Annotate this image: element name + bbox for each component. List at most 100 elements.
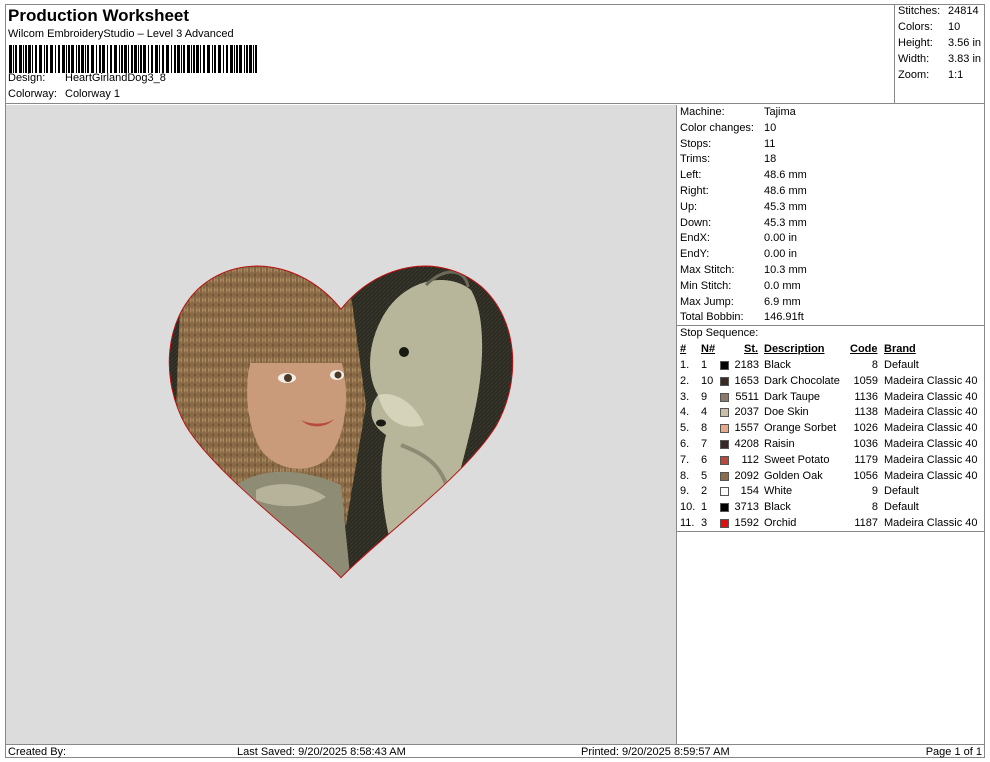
thread-code: 1187	[854, 517, 878, 529]
color-swatch	[720, 503, 729, 513]
machine-info-value: 0.00 in	[764, 248, 798, 261]
stat-value: 3.83 in	[948, 53, 982, 65]
thread-brand: Madeira Classic 40	[884, 517, 978, 529]
worksheet-footer: Created By: Last Saved: 9/20/2025 8:58:4…	[5, 744, 985, 759]
stat-label: Height:	[898, 37, 933, 49]
color-swatch	[720, 455, 729, 465]
divider	[677, 325, 985, 326]
col-header-description: Description	[764, 343, 825, 355]
stop-number: 5.	[680, 422, 690, 435]
stat-value: 24814	[948, 5, 979, 17]
thread-code: 9	[871, 485, 878, 498]
stitch-count: 5511	[735, 390, 759, 403]
thread-code: 1036	[853, 438, 878, 450]
machine-info-label: Left:	[680, 169, 702, 182]
machine-info-value: 48.6 mm	[764, 169, 807, 182]
thread-code: 1179	[854, 453, 878, 466]
thread-brand: Default	[884, 359, 919, 371]
thread-description: Golden Oak	[764, 469, 823, 482]
machine-info-label: Down:	[680, 216, 712, 229]
machine-info-label: Up:	[680, 200, 698, 213]
stat-value: 1:1	[948, 69, 964, 81]
stat-label: Colors:	[898, 21, 933, 33]
machine-info-value: 10	[764, 121, 777, 134]
thread-brand: Madeira Classic 40	[884, 422, 978, 435]
thread-brand: Default	[884, 501, 919, 514]
machine-info-label: Total Bobbin:	[680, 311, 744, 324]
stat-height: Height: 3.56 in	[898, 37, 981, 49]
thread-brand: Madeira Classic 40	[884, 406, 978, 419]
thread-description: White	[764, 485, 793, 498]
stitch-count: 4208	[734, 438, 759, 450]
thread-description: Black	[764, 359, 791, 371]
machine-info-row: Min Stitch: 0.0 mm	[680, 280, 801, 292]
machine-info-row: Stops: 11	[680, 138, 775, 150]
stat-label: Zoom:	[898, 69, 930, 81]
col-header-brand: Brand	[884, 343, 916, 355]
stop-number: 3.	[680, 390, 690, 403]
color-swatch	[720, 440, 729, 449]
thread-brand: Madeira Classic 40	[884, 469, 978, 482]
stop-number: 9.	[680, 485, 690, 498]
thread-brand: Madeira Classic 40	[884, 438, 978, 450]
machine-info-row: Total Bobbin: 146.91ft	[680, 311, 804, 323]
machine-info-value: 11	[764, 137, 776, 150]
machine-info-label: Max Jump:	[680, 295, 734, 308]
stop-number: 11.	[680, 517, 695, 529]
machine-info-value: 18	[764, 153, 777, 166]
col-header-number: #	[680, 343, 687, 355]
color-swatch	[720, 487, 729, 497]
stop-number: 6.	[680, 438, 690, 450]
machine-info-label: Machine:	[680, 106, 725, 118]
machine-info-value: 45.3 mm	[764, 200, 807, 213]
col-header-stitches: St.	[744, 343, 759, 355]
stop-number: 7.	[680, 453, 690, 466]
colorway-label: Colorway:	[8, 88, 57, 100]
machine-info-label: Right:	[680, 185, 709, 197]
machine-info-value: 48.6 mm	[764, 185, 807, 197]
machine-info-value: Tajima	[764, 106, 796, 118]
needle-number: 7	[701, 438, 708, 450]
stat-value: 3.56 in	[948, 37, 982, 49]
design-label: Design:	[8, 72, 46, 84]
page-title: Production Worksheet	[8, 6, 190, 25]
design-preview	[6, 105, 677, 744]
col-header-needle: N#	[701, 343, 716, 355]
needle-number: 10	[701, 374, 714, 387]
needle-number: 4	[701, 406, 708, 419]
design-row: Design: HeartGirlandDog3_8	[8, 72, 166, 84]
stitch-count: 2092	[734, 469, 759, 482]
stat-label: Stitches:	[898, 5, 941, 17]
machine-info-label: Min Stitch:	[680, 279, 732, 292]
stitch-count: 2037	[734, 406, 759, 419]
machine-info-label: EndY:	[680, 248, 710, 261]
thread-description: Black	[764, 501, 791, 514]
colorway-value: Colorway 1	[65, 88, 121, 100]
thread-code: 1136	[854, 390, 878, 403]
machine-info-row: Trims: 18	[680, 153, 776, 165]
machine-info-label: Max Stitch:	[680, 264, 735, 276]
stat-stitches: Stitches: 24814	[898, 5, 979, 17]
printed-date: Printed: 9/20/2025 8:59:57 AM	[581, 746, 730, 758]
needle-number: 8	[701, 422, 708, 435]
color-swatch	[720, 408, 729, 418]
stop-number: 2.	[680, 374, 690, 387]
stop-number: 1.	[680, 359, 690, 371]
stat-value: 10	[948, 21, 961, 33]
stat-label: Width:	[898, 53, 930, 65]
stitch-count: 2183	[734, 359, 759, 371]
thread-description: Doe Skin	[764, 406, 809, 419]
design-stats: Stitches: 24814 Colors: 10 Height: 3.56 in …	[894, 4, 985, 104]
color-swatch	[720, 471, 729, 481]
stat-colors: Colors: 10	[898, 21, 960, 33]
stitch-count: 1592	[734, 517, 759, 529]
thread-description: Raisin	[764, 438, 795, 450]
thread-brand: Madeira Classic 40	[884, 374, 978, 387]
thread-description: Sweet Potato	[764, 453, 830, 466]
design-value: HeartGirlandDog3_8	[65, 72, 166, 84]
stitch-count: 1653	[734, 374, 759, 387]
machine-info-label: EndX:	[680, 232, 710, 245]
machine-info-row: Color changes: 10	[680, 122, 776, 134]
machine-info-row: Machine: Tajima	[680, 106, 796, 118]
stat-zoom: Zoom: 1:1	[898, 69, 963, 81]
